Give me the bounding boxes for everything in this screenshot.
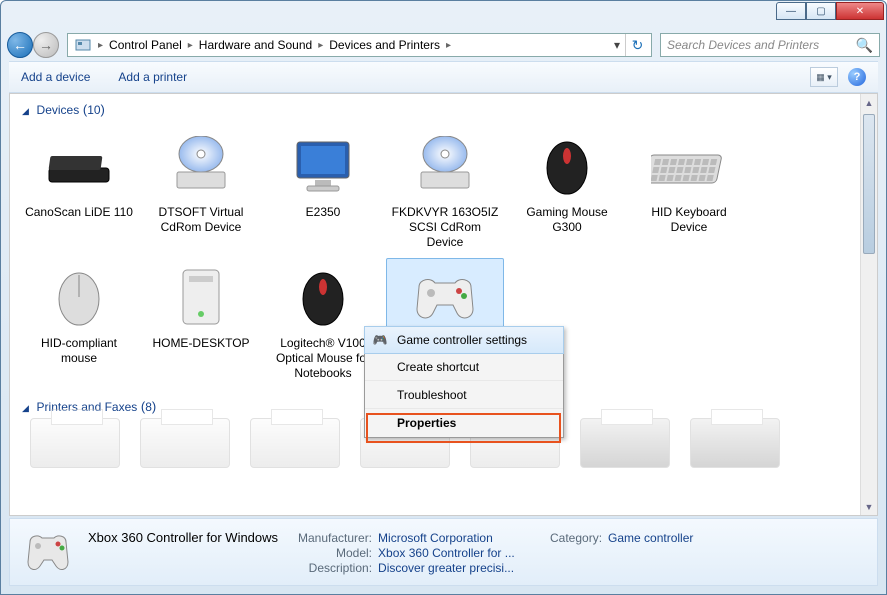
keyboard-icon (649, 131, 729, 201)
location-icon (74, 36, 92, 54)
device-item[interactable]: CanoScan LiDE 110 (20, 127, 138, 254)
printer-item[interactable] (30, 418, 120, 468)
context-menu-label: Troubleshoot (397, 388, 467, 402)
device-label: DTSOFT Virtual CdRom Device (146, 205, 256, 235)
breadcrumb: Control Panel ▸ Hardware and Sound ▸ Dev… (105, 38, 609, 52)
device-item[interactable]: HID-compliant mouse (20, 258, 138, 385)
section-count: 8 (145, 400, 152, 414)
view-options-button[interactable]: ▦ ▾ (810, 67, 838, 87)
details-pane: Xbox 360 Controller for Windows Manufact… (9, 518, 878, 586)
breadcrumb-separator: ▸ (96, 40, 105, 51)
device-label: Gaming Mouse G300 (512, 205, 622, 235)
details-title: Xbox 360 Controller for Windows (88, 530, 278, 545)
details-body: Xbox 360 Controller for Windows Manufact… (88, 530, 867, 575)
section-label: Devices (37, 103, 80, 117)
printer-item[interactable] (580, 418, 670, 468)
detail-key: Manufacturer: (288, 531, 378, 545)
nav-arrows: ← → (7, 32, 59, 58)
address-dropdown[interactable]: ▾ (609, 38, 625, 52)
context-menu-label: Create shortcut (397, 360, 479, 374)
device-item[interactable]: HOME-DESKTOP (142, 258, 260, 385)
gamepad-icon (405, 262, 485, 332)
device-item[interactable]: HID Keyboard Device (630, 127, 748, 254)
mouse-icon (527, 131, 607, 201)
device-item[interactable]: DTSOFT Virtual CdRom Device (142, 127, 260, 254)
collapse-icon: ◢ (22, 403, 29, 413)
device-item[interactable]: E2350 (264, 127, 382, 254)
context-menu-label: Game controller settings (397, 333, 527, 347)
navigation-bar: ← → ▸ Control Panel ▸ Hardware and Sound… (1, 29, 886, 61)
breadcrumb-separator: ▸ (316, 40, 325, 51)
minimize-button[interactable]: — (776, 2, 806, 20)
titlebar: — ▢ ✕ (1, 1, 886, 29)
close-button[interactable]: ✕ (836, 2, 884, 20)
add-device-button[interactable]: Add a device (21, 70, 90, 84)
mouse-generic-icon (39, 262, 119, 332)
details-icon (20, 524, 76, 580)
breadcrumb-separator: ▸ (444, 40, 453, 51)
devices-section-header[interactable]: ◢ Devices (10) (10, 94, 877, 121)
computer-icon (161, 262, 241, 332)
detail-value: Xbox 360 Controller for ... (378, 546, 538, 560)
device-label: HOME-DESKTOP (152, 336, 249, 351)
device-label: HID Keyboard Device (634, 205, 744, 235)
scroll-thumb[interactable] (863, 114, 875, 254)
device-item[interactable]: FKDKVYR 163O5IZ SCSI CdRom Device (386, 127, 504, 254)
context-menu-item[interactable]: Properties (365, 409, 563, 437)
breadcrumb-item[interactable]: Control Panel (105, 38, 186, 52)
context-menu-item[interactable]: 🎮 Game controller settings (364, 326, 564, 354)
monitor-icon (283, 131, 363, 201)
context-menu-item[interactable]: Troubleshoot (365, 381, 563, 409)
context-menu-item[interactable]: Create shortcut (365, 353, 563, 381)
search-placeholder: Search Devices and Printers (667, 38, 819, 52)
breadcrumb-separator: ▸ (186, 40, 195, 51)
address-bar[interactable]: ▸ Control Panel ▸ Hardware and Sound ▸ D… (67, 33, 652, 57)
detail-key: Model: (288, 546, 378, 560)
scroll-down-arrow[interactable]: ▼ (861, 498, 877, 515)
printer-item[interactable] (140, 418, 230, 468)
context-menu-label: Properties (397, 416, 456, 430)
search-input[interactable]: Search Devices and Printers 🔍 (660, 33, 880, 57)
search-icon[interactable]: 🔍 (856, 37, 873, 54)
device-label: FKDKVYR 163O5IZ SCSI CdRom Device (390, 205, 500, 250)
cdrom-icon (405, 131, 485, 201)
device-label: E2350 (306, 205, 341, 220)
maximize-button[interactable]: ▢ (806, 2, 836, 20)
detail-key: Description: (288, 561, 378, 575)
refresh-button[interactable]: ↻ (625, 34, 649, 56)
device-label: CanoScan LiDE 110 (25, 205, 133, 220)
detail-value: Microsoft Corporation (378, 531, 538, 545)
detail-key: Category: (538, 531, 608, 545)
device-item[interactable]: Gaming Mouse G300 (508, 127, 626, 254)
help-button[interactable]: ? (848, 68, 866, 86)
device-label: HID-compliant mouse (24, 336, 134, 366)
back-button[interactable]: ← (7, 32, 33, 58)
explorer-window: — ▢ ✕ ← → ▸ Control Panel ▸ Hardware and… (0, 0, 887, 595)
printer-item[interactable] (250, 418, 340, 468)
printer-item[interactable] (690, 418, 780, 468)
section-count: 10 (87, 103, 100, 117)
detail-value: Game controller (608, 531, 768, 545)
gamepad-small-icon: 🎮 (371, 331, 389, 349)
breadcrumb-item[interactable]: Devices and Printers (325, 38, 444, 52)
breadcrumb-item[interactable]: Hardware and Sound (195, 38, 316, 52)
content-area: ◢ Devices (10) CanoScan LiDE 110 DTSOFT V… (9, 93, 878, 516)
cdrom-icon (161, 131, 241, 201)
add-printer-button[interactable]: Add a printer (118, 70, 187, 84)
collapse-icon: ◢ (22, 106, 29, 116)
context-menu: 🎮 Game controller settings Create shortcut… (364, 326, 564, 438)
detail-value: Discover greater precisi... (378, 561, 538, 575)
scroll-up-arrow[interactable]: ▲ (861, 94, 877, 111)
command-bar: Add a device Add a printer ▦ ▾ ? (9, 61, 878, 93)
mouse-icon (283, 262, 363, 332)
forward-button[interactable]: → (33, 32, 59, 58)
window-controls: — ▢ ✕ (776, 2, 884, 20)
vertical-scrollbar[interactable]: ▲ ▼ (860, 94, 877, 515)
scanner-icon (39, 131, 119, 201)
device-label: Logitech® V100 Optical Mouse for Noteboo… (268, 336, 378, 381)
